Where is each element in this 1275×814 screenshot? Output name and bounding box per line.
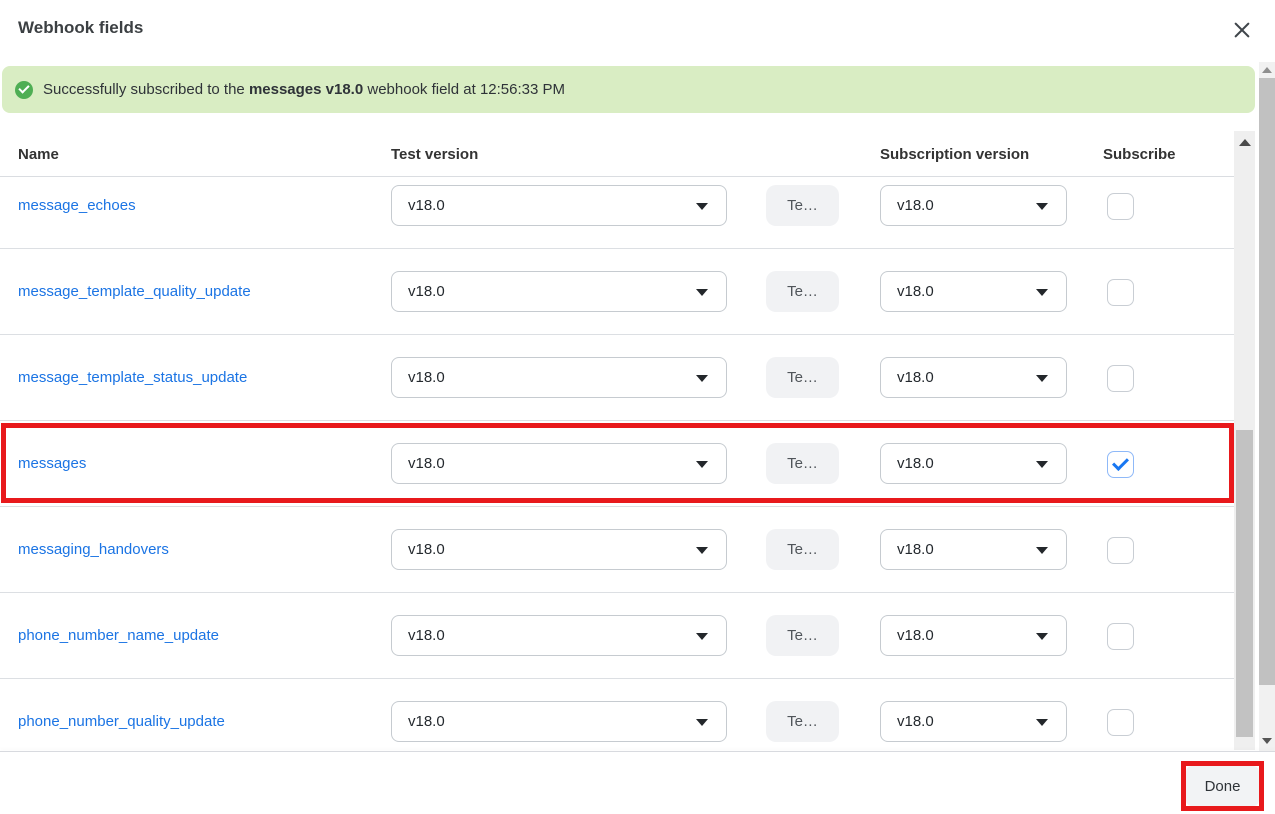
caret-down-icon <box>696 203 708 210</box>
table-scrollbar-thumb[interactable] <box>1236 430 1253 737</box>
test-button[interactable]: Te… <box>766 615 839 656</box>
test-version-dropdown[interactable]: v18.0 <box>391 701 727 742</box>
caret-down-icon <box>1036 547 1048 554</box>
test-version-value: v18.0 <box>408 283 445 300</box>
caret-down-icon <box>1036 461 1048 468</box>
subscription-version-dropdown[interactable]: v18.0 <box>880 443 1067 484</box>
caret-down-icon <box>1036 719 1048 726</box>
subscribe-checkbox[interactable] <box>1107 537 1134 564</box>
success-check-icon <box>15 81 33 99</box>
test-version-value: v18.0 <box>408 369 445 386</box>
table-scrollbar[interactable] <box>1234 131 1255 750</box>
test-version-dropdown[interactable]: v18.0 <box>391 443 727 484</box>
caret-down-icon <box>696 633 708 640</box>
column-header-subscription-version: Subscription version <box>880 146 1029 163</box>
success-banner: Successfully subscribed to the messages … <box>2 66 1255 113</box>
subscription-version-value: v18.0 <box>897 627 934 644</box>
table-row: messages v18.0 Te… v18.0 <box>0 421 1234 507</box>
subscription-version-value: v18.0 <box>897 713 934 730</box>
column-header-subscribe: Subscribe <box>1103 146 1176 163</box>
subscribe-checkbox[interactable] <box>1107 709 1134 736</box>
caret-down-icon <box>696 375 708 382</box>
close-icon[interactable] <box>1231 19 1253 41</box>
field-name-link[interactable]: message_template_quality_update <box>18 283 251 300</box>
test-version-dropdown[interactable]: v18.0 <box>391 357 727 398</box>
table-row: phone_number_quality_update v18.0 Te… v1… <box>0 679 1234 750</box>
caret-down-icon <box>1036 633 1048 640</box>
table-row: message_template_status_update v18.0 Te…… <box>0 335 1234 421</box>
field-name-link[interactable]: phone_number_quality_update <box>18 713 225 730</box>
scroll-down-icon[interactable] <box>1262 738 1272 744</box>
table-row: message_template_quality_update v18.0 Te… <box>0 249 1234 335</box>
test-button[interactable]: Te… <box>766 185 839 226</box>
caret-down-icon <box>696 719 708 726</box>
done-button[interactable]: Done <box>1186 766 1259 806</box>
test-version-dropdown[interactable]: v18.0 <box>391 271 727 312</box>
caret-down-icon <box>696 547 708 554</box>
test-button[interactable]: Te… <box>766 357 839 398</box>
subscription-version-dropdown[interactable]: v18.0 <box>880 357 1067 398</box>
caret-down-icon <box>696 461 708 468</box>
table-row: message_echoes v18.0 Te… v18.0 <box>0 177 1234 249</box>
subscription-version-dropdown[interactable]: v18.0 <box>880 615 1067 656</box>
subscription-version-dropdown[interactable]: v18.0 <box>880 701 1067 742</box>
test-version-dropdown[interactable]: v18.0 <box>391 615 727 656</box>
subscribe-checkbox[interactable] <box>1107 193 1134 220</box>
subscribe-checkbox[interactable] <box>1107 365 1134 392</box>
footer-divider <box>0 751 1275 752</box>
dialog-title: Webhook fields <box>18 18 143 38</box>
table-row: messaging_handovers v18.0 Te… v18.0 <box>0 507 1234 593</box>
test-version-value: v18.0 <box>408 541 445 558</box>
subscribe-checkbox[interactable] <box>1107 279 1134 306</box>
subscription-version-dropdown[interactable]: v18.0 <box>880 185 1067 226</box>
rows-container: message_echoes v18.0 Te… v18.0 message_t… <box>0 177 1234 750</box>
field-name-link[interactable]: phone_number_name_update <box>18 627 219 644</box>
column-header-test-version: Test version <box>391 146 478 163</box>
test-version-dropdown[interactable]: v18.0 <box>391 185 727 226</box>
subscription-version-dropdown[interactable]: v18.0 <box>880 529 1067 570</box>
subscription-version-dropdown[interactable]: v18.0 <box>880 271 1067 312</box>
test-version-value: v18.0 <box>408 627 445 644</box>
test-version-value: v18.0 <box>408 455 445 472</box>
scroll-up-icon[interactable] <box>1262 67 1272 73</box>
caret-down-icon <box>1036 203 1048 210</box>
subscription-version-value: v18.0 <box>897 541 934 558</box>
page-scrollbar[interactable] <box>1259 62 1275 751</box>
subscribe-checkbox[interactable] <box>1107 623 1134 650</box>
subscription-version-value: v18.0 <box>897 283 934 300</box>
subscription-version-value: v18.0 <box>897 197 934 214</box>
caret-down-icon <box>696 289 708 296</box>
test-button[interactable]: Te… <box>766 443 839 484</box>
test-version-dropdown[interactable]: v18.0 <box>391 529 727 570</box>
field-name-link[interactable]: messaging_handovers <box>18 541 169 558</box>
field-name-link[interactable]: message_echoes <box>18 197 136 214</box>
banner-text: Successfully subscribed to the messages … <box>43 81 565 98</box>
subscription-version-value: v18.0 <box>897 455 934 472</box>
caret-down-icon <box>1036 289 1048 296</box>
subscribe-checkbox[interactable] <box>1107 451 1134 478</box>
field-name-link[interactable]: message_template_status_update <box>18 369 247 386</box>
test-button[interactable]: Te… <box>766 271 839 312</box>
test-button[interactable]: Te… <box>766 529 839 570</box>
column-header-name: Name <box>18 146 59 163</box>
banner-highlight: messages v18.0 <box>249 81 363 98</box>
scroll-up-icon[interactable] <box>1239 139 1251 146</box>
caret-down-icon <box>1036 375 1048 382</box>
test-button[interactable]: Te… <box>766 701 839 742</box>
test-version-value: v18.0 <box>408 197 445 214</box>
field-name-link[interactable]: messages <box>18 455 86 472</box>
test-version-value: v18.0 <box>408 713 445 730</box>
webhook-fields-dialog: Webhook fields Successfully subscribed t… <box>0 0 1275 814</box>
check-icon <box>1112 454 1129 471</box>
table-row: phone_number_name_update v18.0 Te… v18.0 <box>0 593 1234 679</box>
page-scrollbar-thumb[interactable] <box>1259 78 1275 685</box>
subscription-version-value: v18.0 <box>897 369 934 386</box>
